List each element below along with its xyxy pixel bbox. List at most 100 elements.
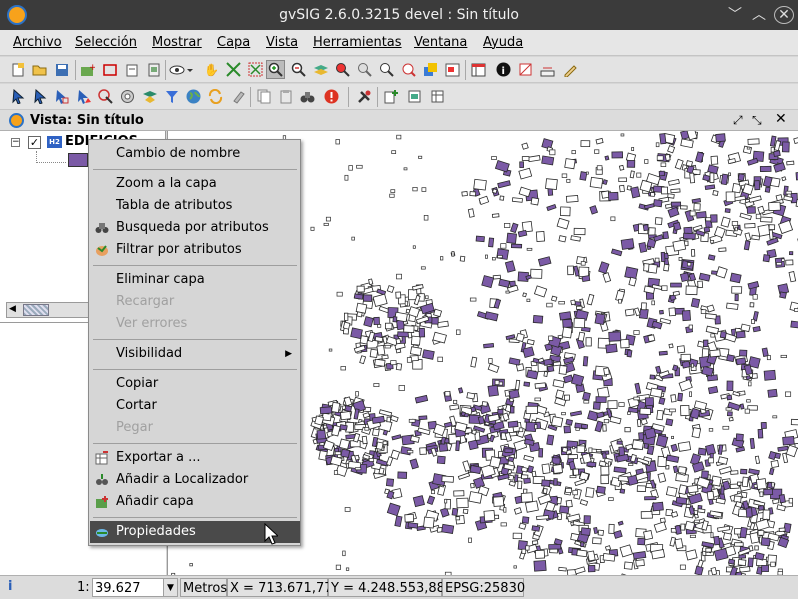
select-by-circle-icon[interactable] (96, 87, 115, 106)
maximize-icon[interactable]: ︿ (750, 6, 768, 24)
copy-doc-icon[interactable] (254, 87, 273, 106)
filter-toolbar-icon[interactable] (162, 87, 181, 106)
restore-icon[interactable]: ⤡ (752, 113, 762, 128)
menu-seleccion[interactable]: Selección (75, 35, 137, 50)
menu-item-add-to-locator[interactable]: Añadir a Localizador (90, 469, 300, 491)
locator-map-icon[interactable] (421, 60, 440, 79)
building-footprint (534, 382, 547, 389)
info-icon[interactable]: i (494, 60, 513, 79)
select-by-layer-icon[interactable] (140, 87, 159, 106)
pan-hand-icon[interactable]: ✋ (202, 60, 221, 79)
menu-item-zoom-to-layer[interactable]: Zoom a la capa (90, 173, 300, 195)
menu-item-copy[interactable]: Copiar (90, 373, 300, 395)
layout-icon[interactable] (144, 60, 163, 79)
layer-visibility-checkbox[interactable]: ✓ (28, 136, 41, 149)
building-footprint (747, 557, 754, 568)
menu-item-visibility[interactable]: Visibilidad ▶ (90, 343, 300, 365)
measure-area-icon[interactable] (516, 60, 535, 79)
menu-capa[interactable]: Capa (217, 35, 250, 50)
visibility-dropdown-icon[interactable] (168, 60, 194, 79)
menu-archivo[interactable]: Archivo (13, 35, 62, 50)
scroll-thumb[interactable] (23, 304, 49, 316)
building-footprint (533, 285, 548, 298)
switch-selection-icon[interactable] (206, 87, 225, 106)
clear-selection-icon[interactable] (228, 87, 247, 106)
building-footprint (726, 380, 734, 392)
building-footprint (680, 353, 691, 362)
zoom-in-icon[interactable] (266, 60, 285, 79)
edit-layer-icon[interactable] (405, 87, 424, 106)
menu-item-view-errors[interactable]: Ver errores (90, 313, 300, 335)
menu-ayuda[interactable]: Ayuda (483, 35, 523, 50)
building-footprint (536, 514, 550, 521)
view-close-icon[interactable]: ✕ (775, 111, 787, 127)
globe-icon[interactable] (184, 87, 203, 106)
zoom-out-icon[interactable] (289, 60, 308, 79)
zoom-select-icon[interactable] (246, 60, 265, 79)
building-footprint (719, 330, 727, 339)
building-footprint (577, 331, 586, 342)
building-footprint (331, 401, 341, 414)
menu-item-export[interactable]: Exportar a ... (90, 447, 300, 469)
menu-item-remove-layer[interactable]: Eliminar capa (90, 269, 300, 291)
menu-vista[interactable]: Vista (266, 35, 298, 50)
building-footprint (418, 155, 423, 159)
building-footprint (660, 251, 666, 263)
select-by-buffer-icon[interactable] (118, 87, 137, 106)
pencil-icon[interactable] (561, 60, 580, 79)
add-layer-toolbar-icon[interactable]: + (78, 60, 97, 79)
select-pointer-icon[interactable] (8, 87, 27, 106)
menu-item-rename[interactable]: Cambio de nombre (90, 143, 300, 165)
zoom-full-icon[interactable] (224, 60, 243, 79)
menu-ventana[interactable]: Ventana (414, 35, 467, 50)
rectangle-tool-icon[interactable] (100, 60, 119, 79)
building-footprint (576, 445, 586, 453)
measure-distance-icon[interactable] (538, 60, 557, 79)
new-project-icon[interactable] (8, 60, 27, 79)
zoom-previous-icon[interactable] (355, 60, 374, 79)
error-icon[interactable] (322, 87, 341, 106)
zoom-layer-icon[interactable] (333, 60, 352, 79)
scale-input[interactable]: 39.627 (92, 578, 164, 597)
minimize-icon[interactable]: ﹀ (726, 6, 744, 24)
collapse-icon[interactable]: − (11, 138, 20, 147)
edit-add-layer-icon[interactable] (382, 87, 401, 106)
scale-dropdown-icon[interactable]: ▼ (163, 578, 178, 597)
tools-icon[interactable] (355, 87, 374, 106)
building-footprint (776, 262, 782, 266)
close-icon[interactable]: ✕ (774, 6, 794, 24)
detach-icon[interactable]: ⤢ (733, 113, 743, 128)
building-footprint (689, 172, 696, 184)
zoom-next-icon[interactable] (377, 60, 396, 79)
building-footprint (390, 415, 399, 423)
paste-doc-icon[interactable] (276, 87, 295, 106)
building-footprint (626, 349, 633, 358)
scroll-left-icon[interactable]: ◀ (9, 304, 16, 314)
zoom-window-icon[interactable] (399, 60, 418, 79)
select-by-rectangle-icon[interactable] (52, 87, 71, 106)
menu-mostrar[interactable]: Mostrar (152, 35, 202, 50)
building-footprint (691, 363, 694, 368)
save-project-icon[interactable] (52, 60, 71, 79)
menu-item-add-layer[interactable]: Añadir capa (90, 491, 300, 513)
print-icon[interactable] (122, 60, 141, 79)
select-by-point-icon[interactable] (30, 87, 49, 106)
layers-icon[interactable] (311, 60, 330, 79)
add-layer-icon (96, 496, 108, 508)
building-footprint (436, 455, 446, 465)
menu-item-paste[interactable]: Pegar (90, 417, 300, 439)
menu-item-filter-attributes[interactable]: Filtrar por atributos (90, 239, 300, 261)
open-project-icon[interactable] (30, 60, 49, 79)
table-icon[interactable] (469, 60, 488, 79)
menu-item-cut[interactable]: Cortar (90, 395, 300, 417)
building-footprint (561, 326, 573, 339)
menu-herramientas[interactable]: Herramientas (313, 35, 402, 50)
menu-item-attribute-table[interactable]: Tabla de atributos (90, 195, 300, 217)
menu-item-reload[interactable]: Recargar (90, 291, 300, 313)
select-by-polygon-icon[interactable] (74, 87, 93, 106)
edit-table-icon[interactable] (428, 87, 447, 106)
menu-item-search-attributes[interactable]: Busqueda por atributos (90, 217, 300, 239)
building-footprint (470, 482, 475, 489)
binoculars-toolbar-icon[interactable] (298, 87, 317, 106)
overview-icon[interactable] (443, 60, 462, 79)
